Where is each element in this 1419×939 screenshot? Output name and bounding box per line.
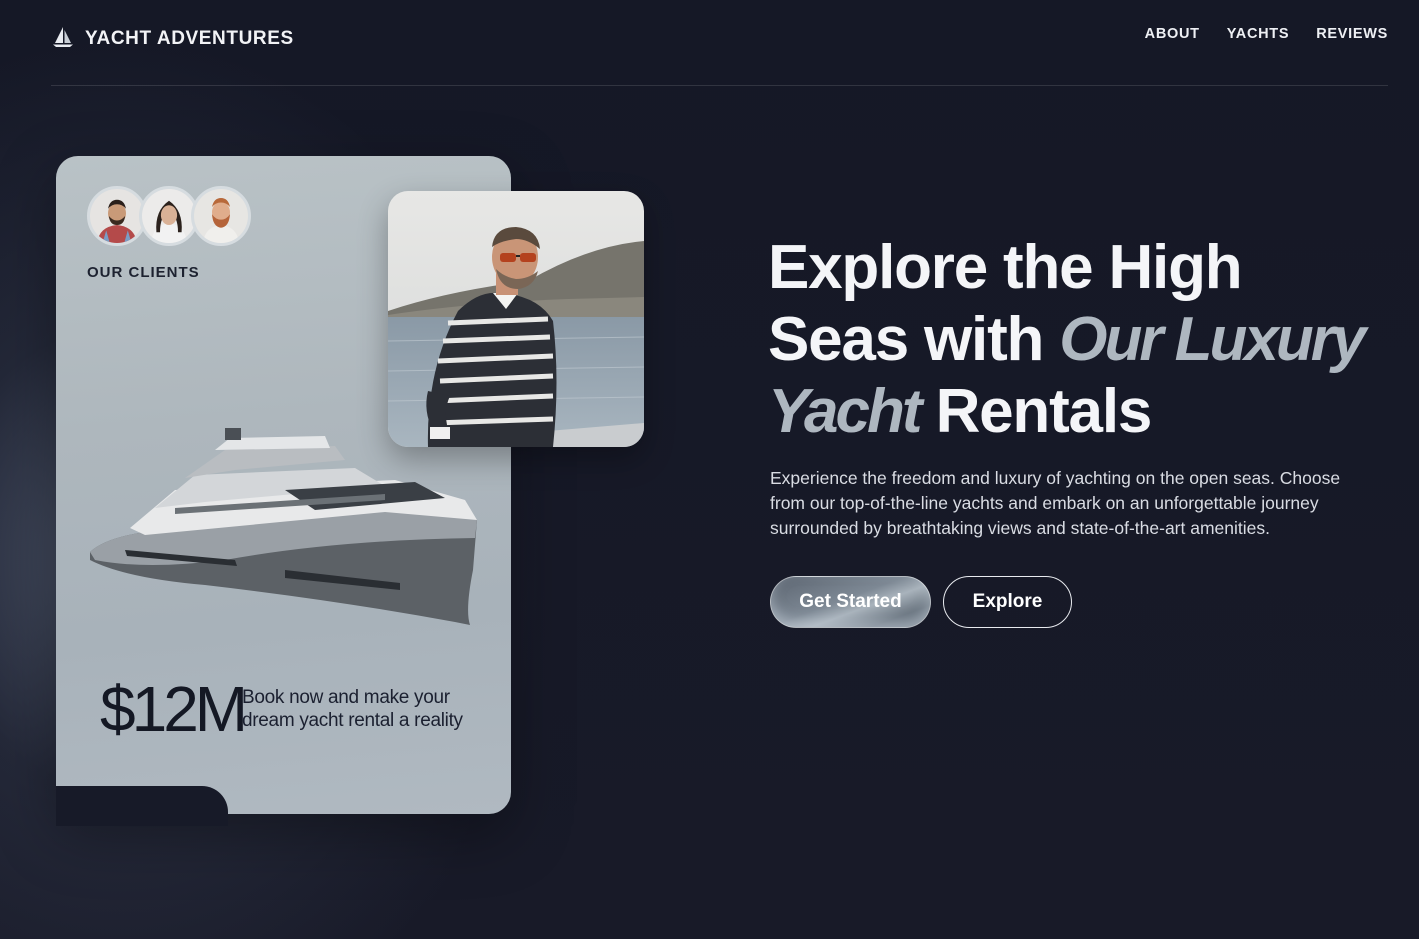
hero-description: Experience the freedom and luxury of yac… [770, 468, 1341, 538]
price-caption: Book now and make your dream yacht renta… [242, 687, 463, 731]
get-started-button[interactable]: Get Started [770, 576, 931, 628]
yacht-image [85, 420, 490, 630]
hero-title-italic2: Yacht [768, 377, 923, 446]
brand[interactable]: YACHT ADVENTURES [51, 26, 294, 52]
explore-button[interactable]: Explore [943, 576, 1072, 628]
main-nav: ABOUT YACHTS REVIEWS [1145, 26, 1388, 42]
price-value: $12M [100, 673, 248, 745]
hero-title-line3: Rentals [919, 377, 1153, 446]
hero-title: Explore the High Seas with Our Luxury Ya… [768, 232, 1388, 448]
avatar [191, 186, 251, 246]
site-header: YACHT ADVENTURES ABOUT YACHTS REVIEWS [51, 0, 1388, 86]
brand-name: YACHT ADVENTURES [85, 28, 294, 49]
hero-title-line1: Explore the High [768, 233, 1243, 302]
clients-label: OUR CLIENTS [87, 264, 200, 281]
sailboat-icon [51, 25, 75, 53]
avatar [139, 186, 199, 246]
hero-title-italic1: Our Luxury [1059, 305, 1366, 374]
nav-about[interactable]: ABOUT [1145, 26, 1200, 42]
client-avatars [87, 186, 251, 246]
nav-reviews[interactable]: REVIEWS [1316, 26, 1388, 42]
card-notch [56, 786, 228, 826]
client-photo [388, 191, 644, 447]
nav-yachts[interactable]: YACHTS [1227, 26, 1289, 42]
avatar [87, 186, 147, 246]
hero-title-line2: Seas with [768, 305, 1060, 374]
